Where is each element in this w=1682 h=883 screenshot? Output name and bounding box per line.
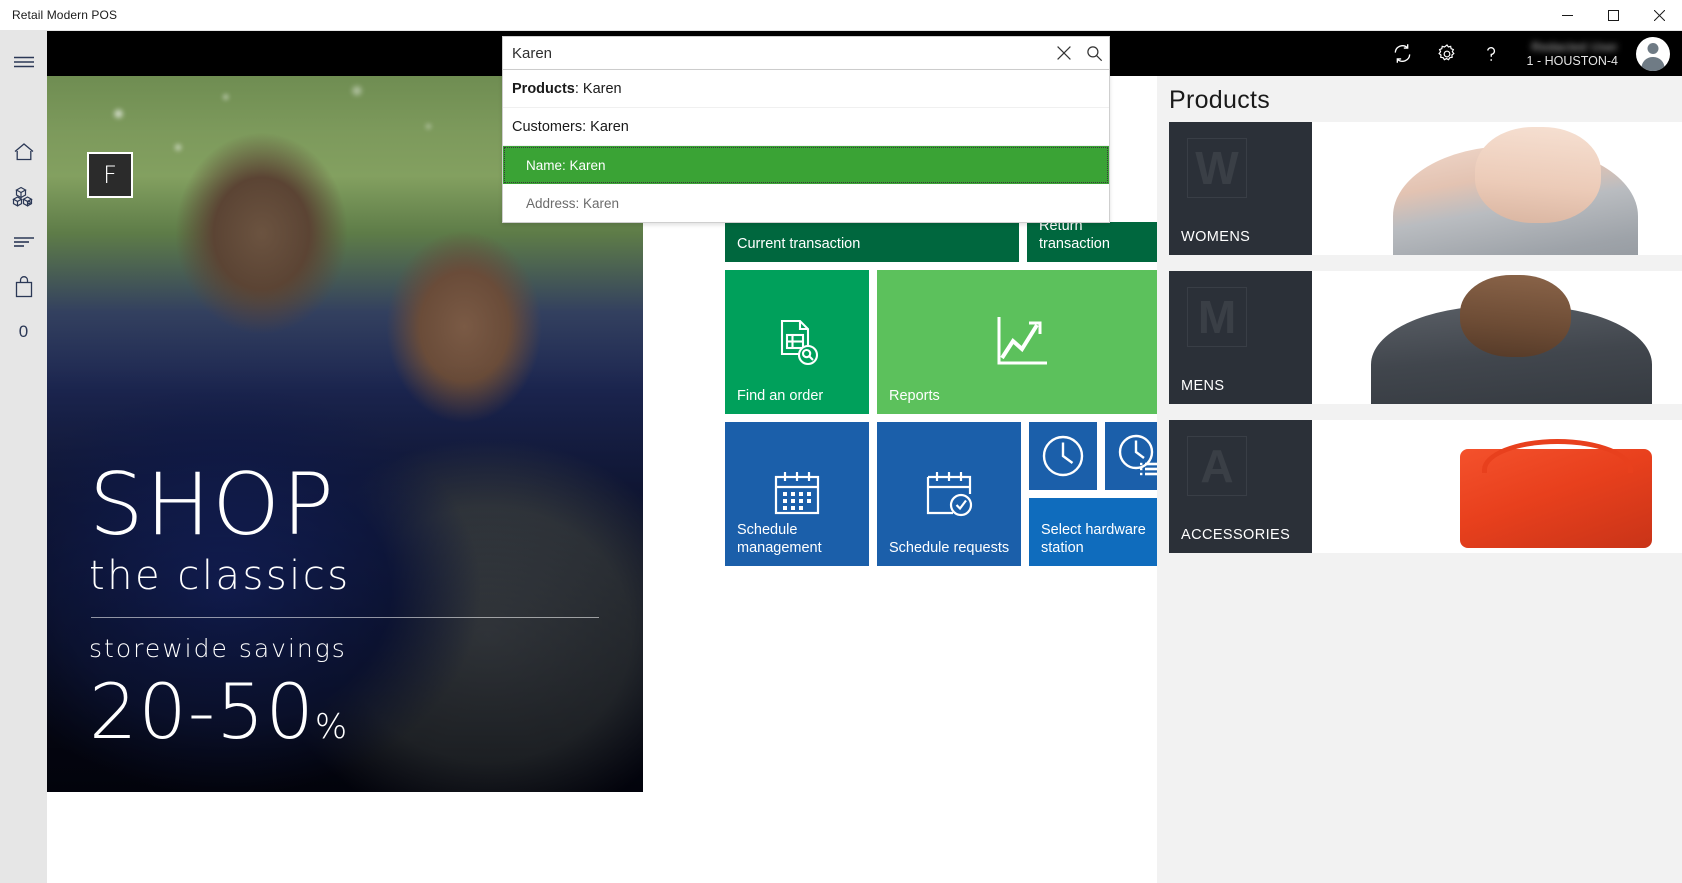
close-button[interactable]	[1636, 0, 1682, 31]
search-icon[interactable]	[1079, 37, 1109, 69]
left-navigation-rail: 0	[0, 31, 47, 883]
suggestion-name[interactable]: Name: Karen	[503, 146, 1109, 184]
tile-return-transaction-label: Return transaction	[1039, 222, 1110, 252]
suggestion-products[interactable]: Products: Karen	[503, 70, 1109, 108]
hero-discount-mark: %	[314, 707, 349, 747]
tile-schedule-requests-label: Schedule requests	[889, 539, 1010, 556]
brand-logo: F	[87, 152, 133, 198]
suggestion-customers[interactable]: Customers: Karen	[503, 108, 1109, 146]
window-titlebar: Retail Modern POS	[0, 0, 1682, 31]
suggestion-customers-category: Customers	[512, 118, 583, 135]
search-input[interactable]	[503, 44, 1049, 62]
tile-reports[interactable]: Reports	[877, 270, 1167, 414]
hero-text: SHOP the classics storewide savings 20-5…	[89, 455, 601, 756]
tile-select-hardware-station[interactable]: Select hardware station	[1029, 498, 1173, 566]
home-icon[interactable]	[0, 129, 47, 174]
tile-time-clock[interactable]	[1029, 422, 1097, 490]
hero-headline: SHOP	[89, 455, 336, 556]
help-icon[interactable]	[1469, 31, 1513, 76]
product-photo-womens[interactable]	[1312, 122, 1682, 255]
sync-icon[interactable]	[1381, 31, 1425, 76]
tile-current-transaction-label: Current transaction	[737, 235, 861, 252]
product-tile-womens[interactable]: W WOMENS	[1169, 122, 1312, 255]
store-label: 1 - HOUSTON-4	[1526, 53, 1618, 68]
product-initial-womens: W	[1187, 138, 1247, 198]
tile-schedule-management-label: Schedule management	[737, 521, 822, 556]
window-controls	[1544, 0, 1682, 31]
shopping-bag-icon[interactable]	[0, 264, 47, 309]
cart-count[interactable]: 0	[0, 309, 47, 354]
header-actions: Redacted User 1 - HOUSTON-4	[1381, 31, 1682, 76]
clock-icon	[1029, 422, 1097, 490]
hero-divider	[91, 617, 599, 618]
window-title: Retail Modern POS	[12, 8, 118, 22]
products-panel-title: Products	[1169, 86, 1271, 114]
suggestion-address[interactable]: Address: Karen	[503, 184, 1109, 222]
product-category-mens[interactable]: M MENS	[1169, 271, 1682, 404]
products-boxes-icon[interactable]	[0, 174, 47, 219]
product-name-womens: WOMENS	[1181, 229, 1251, 245]
cart-count-value: 0	[18, 321, 29, 341]
hero-subhead: the classics	[89, 553, 351, 599]
maximize-button[interactable]	[1590, 0, 1636, 31]
product-initial-mens: M	[1187, 287, 1247, 347]
avatar[interactable]	[1636, 36, 1670, 71]
tile-select-hardware-station-label: Select hardware station	[1041, 521, 1146, 556]
product-name-accessories: ACCESSORIES	[1181, 527, 1291, 543]
gear-icon[interactable]	[1425, 31, 1469, 76]
hero-discount-value: 20-50	[89, 667, 315, 756]
suggestion-products-category: Products	[512, 80, 575, 97]
tile-find-an-order-label: Find an order	[737, 387, 824, 404]
user-name: Redacted User	[1531, 39, 1618, 54]
hero-savings: storewide savings	[89, 634, 347, 663]
user-info[interactable]: Redacted User 1 - HOUSTON-4	[1527, 31, 1626, 76]
tile-reports-label: Reports	[889, 387, 940, 404]
suggestion-customers-term: Karen	[590, 118, 629, 135]
product-category-womens[interactable]: W WOMENS	[1169, 122, 1682, 255]
search-area: Products: Karen Customers: Karen Name: K…	[502, 36, 1110, 223]
product-category-accessories[interactable]: A ACCESSORIES	[1169, 420, 1682, 553]
product-tile-mens[interactable]: M MENS	[1169, 271, 1312, 404]
product-initial-accessories: A	[1187, 436, 1247, 496]
hamburger-menu-icon[interactable]	[0, 39, 47, 84]
product-photo-accessories[interactable]	[1312, 420, 1682, 553]
search-box[interactable]	[502, 36, 1110, 70]
hero-discount: 20-50%	[89, 667, 601, 756]
tile-schedule-requests[interactable]: Schedule requests	[877, 422, 1021, 566]
products-panel: Products W WOMENS M MENS A ACCESSORIES	[1157, 76, 1682, 883]
tile-schedule-management[interactable]: Schedule management	[725, 422, 869, 566]
minimize-button[interactable]	[1544, 0, 1590, 31]
product-name-mens: MENS	[1181, 378, 1225, 394]
tile-current-transaction[interactable]: Current transaction	[725, 222, 1019, 262]
product-tile-accessories[interactable]: A ACCESSORIES	[1169, 420, 1312, 553]
search-suggestions: Products: Karen Customers: Karen Name: K…	[502, 70, 1110, 223]
clear-icon[interactable]	[1049, 37, 1079, 69]
journal-lines-icon[interactable]	[0, 219, 47, 264]
product-photo-mens[interactable]	[1312, 271, 1682, 404]
tile-return-transaction[interactable]: Return transaction	[1027, 222, 1167, 262]
suggestion-products-term: Karen	[582, 80, 622, 97]
tile-find-an-order[interactable]: Find an order	[725, 270, 869, 414]
